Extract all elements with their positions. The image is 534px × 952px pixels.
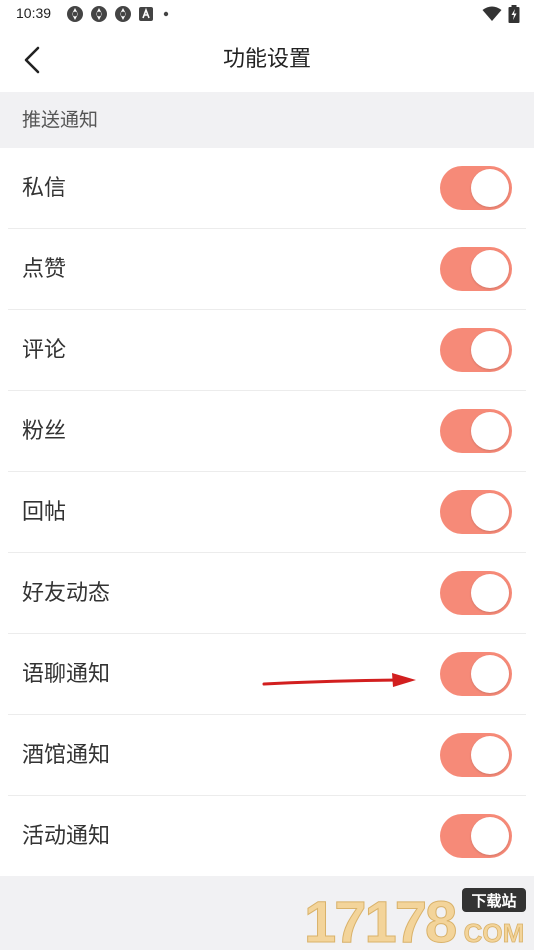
setting-row-friend-activity: 好友动态	[0, 553, 534, 634]
setting-row-tavern: 酒馆通知	[0, 715, 534, 796]
toggle-knob	[471, 169, 509, 207]
watermark-tag: 下载站	[471, 892, 516, 910]
watermark-suffix: COM	[464, 918, 525, 948]
toggle-switch[interactable]	[440, 247, 512, 291]
setting-label: 酒馆通知	[22, 715, 110, 796]
site-watermark: 17178 下载站 COM	[302, 886, 528, 948]
toggle-switch[interactable]	[440, 571, 512, 615]
toggle-knob	[471, 412, 509, 450]
app-notification-icon	[66, 5, 84, 23]
setting-label: 回帖	[22, 472, 66, 553]
setting-label: 好友动态	[22, 553, 110, 634]
toggle-switch[interactable]	[440, 409, 512, 453]
section-header: 推送通知	[0, 92, 534, 148]
wifi-icon	[482, 6, 502, 22]
battery-charging-icon	[508, 5, 520, 23]
status-icons-right	[482, 5, 520, 23]
toggle-switch[interactable]	[440, 166, 512, 210]
toggle-switch[interactable]	[440, 328, 512, 372]
section-title: 推送通知	[22, 92, 98, 148]
setting-row-events: 活动通知	[0, 796, 534, 877]
toggle-knob	[471, 331, 509, 369]
status-icons-left	[66, 5, 172, 23]
watermark-logo: 17178 下载站 COM	[302, 886, 528, 948]
toggle-switch[interactable]	[440, 490, 512, 534]
setting-row-followers: 粉丝	[0, 391, 534, 472]
setting-row-private-message: 私信	[0, 148, 534, 229]
status-time: 10:39	[16, 5, 51, 21]
toggle-knob	[471, 817, 509, 855]
setting-label: 活动通知	[22, 796, 110, 877]
status-bar: 10:39	[0, 0, 534, 28]
watermark-number: 17178	[304, 890, 456, 948]
app-header: 功能设置	[0, 28, 534, 92]
settings-list: 私信 点赞 评论 粉丝 回帖 好友动态 语聊通知 酒馆通知 活动通知	[0, 148, 534, 877]
toggle-switch[interactable]	[440, 814, 512, 858]
toggle-switch[interactable]	[440, 733, 512, 777]
toggle-switch[interactable]	[440, 652, 512, 696]
toggle-knob	[471, 655, 509, 693]
toggle-knob	[471, 493, 509, 531]
a-badge-icon	[138, 6, 154, 22]
toggle-knob	[471, 736, 509, 774]
page-title: 功能设置	[0, 28, 534, 92]
setting-label: 语聊通知	[22, 634, 110, 715]
setting-row-replies: 回帖	[0, 472, 534, 553]
setting-row-likes: 点赞	[0, 229, 534, 310]
setting-label: 粉丝	[22, 391, 66, 472]
setting-label: 评论	[22, 310, 66, 391]
toggle-knob	[471, 574, 509, 612]
toggle-knob	[471, 250, 509, 288]
annotation-arrow-icon	[262, 670, 418, 692]
app-notification-icon	[114, 5, 132, 23]
setting-label: 点赞	[22, 229, 66, 310]
setting-row-comments: 评论	[0, 310, 534, 391]
setting-label: 私信	[22, 148, 66, 229]
app-notification-icon	[90, 5, 108, 23]
dot-icon	[160, 6, 172, 22]
